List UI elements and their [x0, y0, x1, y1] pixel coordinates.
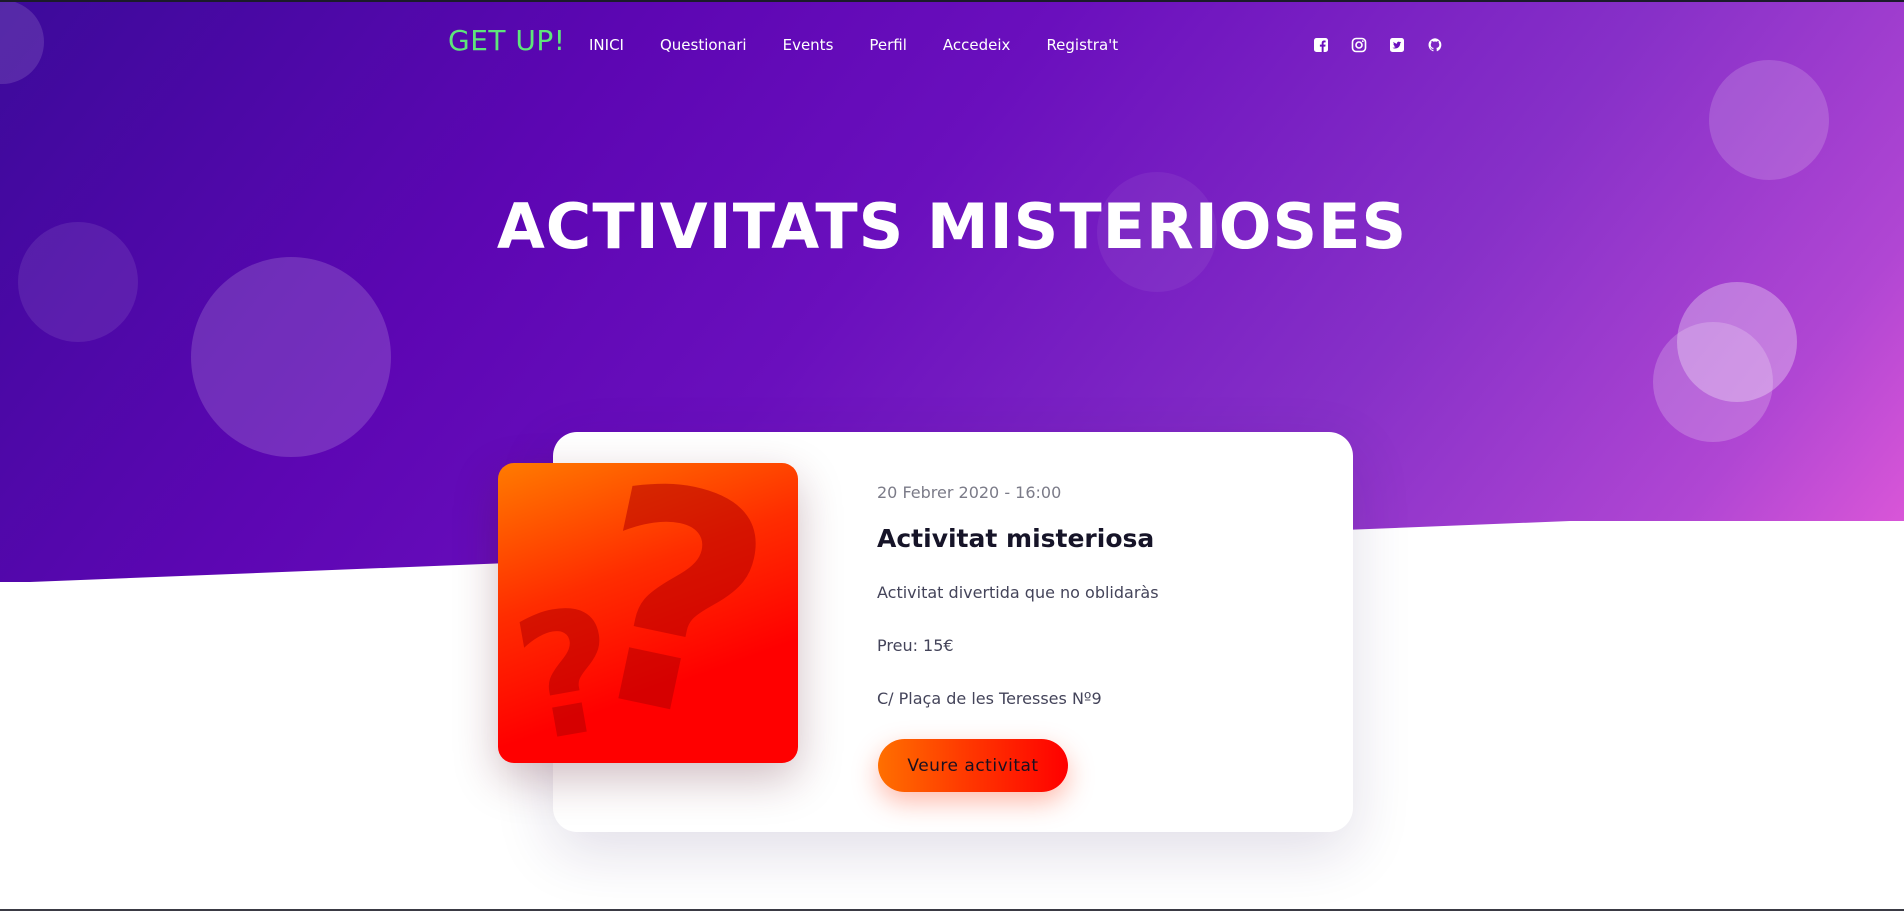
activity-address: C/ Plaça de les Teresses Nº9 — [877, 689, 1102, 708]
nav-item-accedeix[interactable]: Accedeix — [943, 36, 1011, 54]
brand-logo[interactable]: GET UP! — [448, 24, 566, 57]
page-title: ACTIVITATS MISTERIOSES — [496, 190, 1408, 263]
activity-image: ? ? — [498, 463, 798, 763]
top-border — [0, 0, 1904, 2]
social-links — [1313, 37, 1465, 53]
top-navbar: GET UP! INICI Questionari Events Perfil … — [0, 0, 1904, 95]
github-icon[interactable] — [1427, 37, 1443, 53]
nav-item-registrat[interactable]: Registra't — [1046, 36, 1118, 54]
instagram-icon[interactable] — [1351, 37, 1367, 53]
main-menu: INICI Questionari Events Perfil Accedeix… — [589, 36, 1154, 54]
activity-title: Activitat misteriosa — [877, 524, 1155, 553]
nav-item-perfil[interactable]: Perfil — [869, 36, 907, 54]
decorative-circle — [1653, 322, 1773, 442]
nav-item-inici[interactable]: INICI — [589, 36, 624, 54]
activity-description: Activitat divertida que no oblidaràs — [877, 583, 1159, 602]
nav-item-events[interactable]: Events — [783, 36, 834, 54]
activity-details: 20 Febrer 2020 - 16:00 Activitat misteri… — [877, 483, 1317, 708]
activity-date: 20 Febrer 2020 - 16:00 — [877, 483, 1062, 502]
facebook-icon[interactable] — [1313, 37, 1329, 53]
decorative-circle — [191, 257, 391, 457]
nav-item-questionari[interactable]: Questionari — [660, 36, 747, 54]
twitter-icon[interactable] — [1389, 37, 1405, 53]
activity-price: Preu: 15€ — [877, 636, 954, 655]
view-activity-button[interactable]: Veure activitat — [878, 739, 1068, 792]
